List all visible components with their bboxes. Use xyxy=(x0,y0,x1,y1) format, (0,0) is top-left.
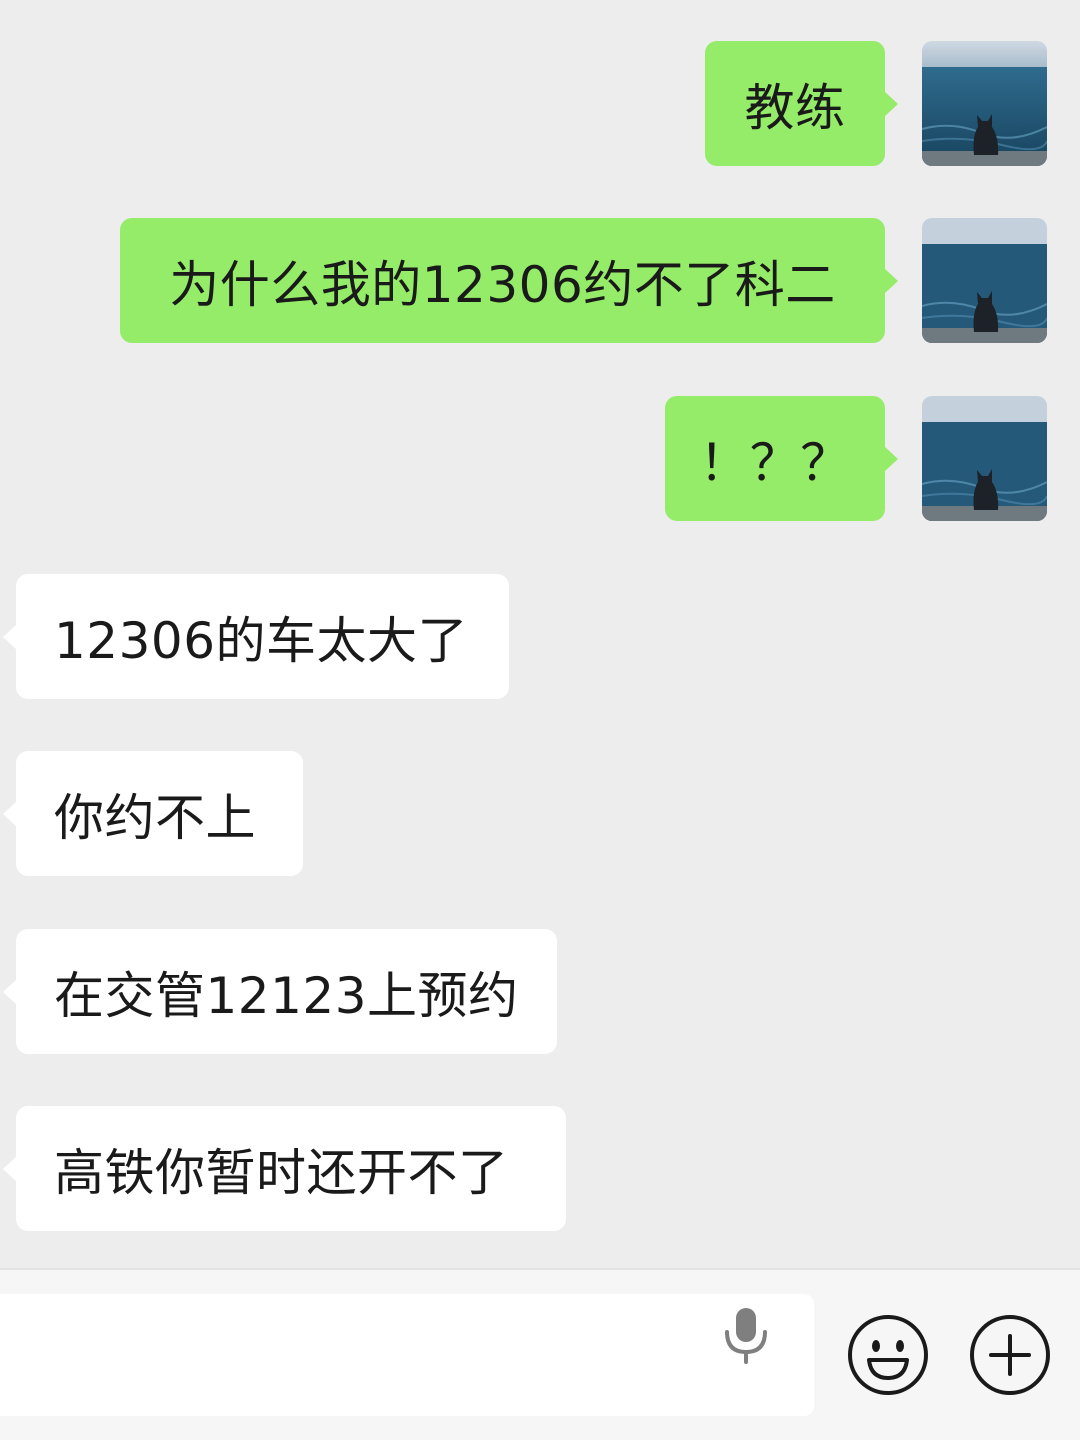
microphone-icon[interactable] xyxy=(718,1304,774,1364)
incoming-message-bubble[interactable]: 在交管12123上预约 xyxy=(3,929,557,1054)
user-avatar[interactable] xyxy=(922,218,1047,343)
message-text: 为什么我的12306约不了科二 xyxy=(169,255,836,314)
more-functions-button[interactable] xyxy=(969,1314,1051,1396)
message-text: 12306的车太大了 xyxy=(54,611,469,670)
outgoing-message-bubble[interactable]: ！？？ xyxy=(665,396,898,521)
message-text: 在交管12123上预约 xyxy=(54,966,519,1025)
incoming-message-bubble[interactable]: 你约不上 xyxy=(3,751,303,876)
incoming-message-bubble[interactable]: 高铁你暂时还开不了 xyxy=(3,1106,566,1231)
emoji-button[interactable] xyxy=(847,1314,929,1396)
user-avatar[interactable] xyxy=(922,41,1047,166)
chat-area: 教练 为什么我的12306约不了科二 ！？？ 12306的车太大了 你约不上 在… xyxy=(0,0,1080,1268)
plus-icon xyxy=(970,1315,1050,1395)
user-avatar[interactable] xyxy=(922,396,1047,521)
cat-by-sea-avatar-icon xyxy=(922,218,1047,343)
emoji-icon xyxy=(848,1315,928,1395)
cat-by-sea-avatar-icon xyxy=(922,396,1047,521)
outgoing-message-bubble[interactable]: 教练 xyxy=(705,41,898,166)
message-text: 高铁你暂时还开不了 xyxy=(54,1143,509,1202)
message-text: ！？？ xyxy=(699,433,851,492)
incoming-message-bubble[interactable]: 12306的车太大了 xyxy=(3,574,509,699)
chat-input-bar xyxy=(0,1268,1080,1440)
message-input[interactable] xyxy=(0,1294,814,1416)
outgoing-message-bubble[interactable]: 为什么我的12306约不了科二 xyxy=(120,218,898,343)
cat-by-sea-avatar-icon xyxy=(922,41,1047,166)
message-text: 教练 xyxy=(744,78,846,137)
message-text: 你约不上 xyxy=(54,788,256,847)
